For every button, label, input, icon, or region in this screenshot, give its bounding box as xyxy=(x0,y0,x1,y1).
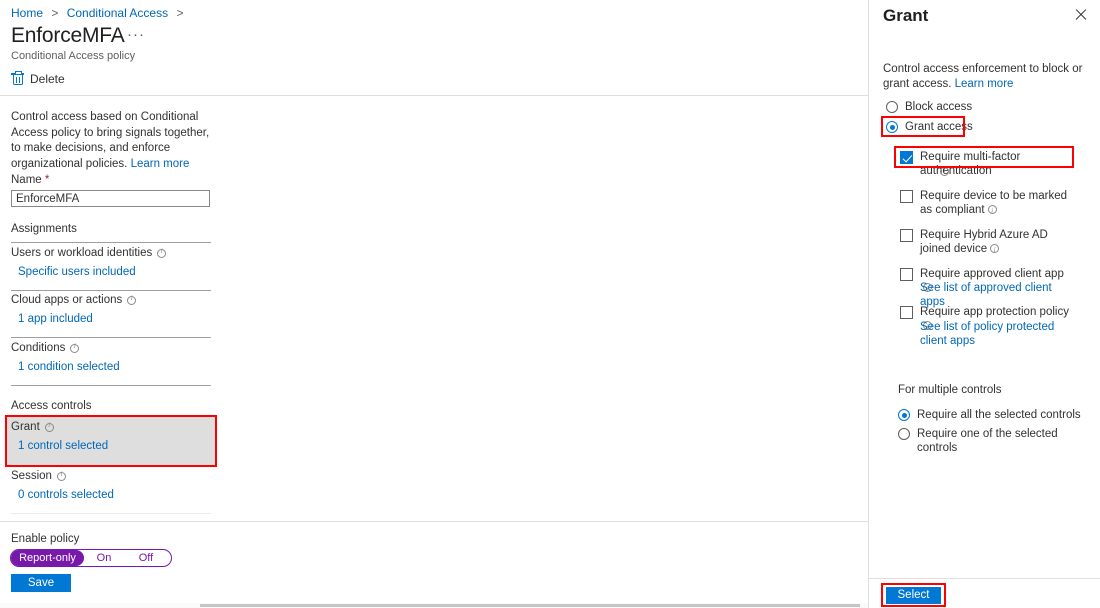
breadcrumb-separator: > xyxy=(51,6,59,20)
radio-require-one-control-label: Require one of the selected controls xyxy=(917,428,1058,454)
info-icon[interactable] xyxy=(70,342,80,353)
checkbox-require-hybrid-joined-indicator[interactable] xyxy=(900,229,913,242)
radio-require-all-controls-label: Require all the selected controls xyxy=(917,409,1081,421)
assignment-conditions[interactable]: Conditions 1 condition selected xyxy=(11,342,211,373)
assignment-users[interactable]: Users or workload identities Specific us… xyxy=(11,247,211,278)
info-icon[interactable] xyxy=(56,470,66,481)
info-icon[interactable] xyxy=(44,421,54,432)
assignment-users-label: Users or workload identities xyxy=(11,247,153,259)
control-grant-label-row: Grant xyxy=(11,421,211,433)
control-session-value[interactable]: 0 controls selected xyxy=(18,489,211,501)
delete-button-label: Delete xyxy=(30,72,65,86)
radio-grant-access-indicator[interactable] xyxy=(886,121,898,133)
breadcrumb-item-home[interactable]: Home xyxy=(11,6,43,20)
command-bar-divider xyxy=(0,95,868,96)
info-icon[interactable] xyxy=(940,166,949,176)
required-marker: * xyxy=(44,174,50,186)
info-icon[interactable] xyxy=(157,247,167,258)
session-divider xyxy=(11,513,211,514)
assignments-divider xyxy=(11,242,211,243)
checkbox-require-hybrid-joined-label: Require Hybrid Azure AD joined device xyxy=(920,228,1070,257)
radio-block-access[interactable]: Block access xyxy=(886,100,972,114)
breadcrumb-item-conditional-access[interactable]: Conditional Access xyxy=(67,6,168,20)
assignments-heading: Assignments xyxy=(11,223,77,235)
control-grant-value[interactable]: 1 control selected xyxy=(18,440,211,452)
conditions-divider xyxy=(11,385,211,386)
policy-blade: Home > Conditional Access > EnforceMFA ·… xyxy=(0,0,868,608)
blade-description: Control access based on Conditional Acce… xyxy=(11,110,211,172)
grant-panel-title: Grant xyxy=(883,6,929,25)
breadcrumb-separator-2: > xyxy=(176,6,184,20)
control-session-label-row: Session xyxy=(11,470,211,482)
grant-learn-more-link[interactable]: Learn more xyxy=(955,78,1014,90)
assignment-users-value[interactable]: Specific users included xyxy=(18,266,211,278)
radio-grant-access[interactable]: Grant access xyxy=(886,120,973,134)
assignment-cloud-apps-label-row: Cloud apps or actions xyxy=(11,294,211,306)
info-icon[interactable] xyxy=(127,294,137,305)
control-grant[interactable]: Grant 1 control selected xyxy=(11,421,211,452)
users-divider xyxy=(11,290,211,291)
control-session[interactable]: Session 0 controls selected xyxy=(11,470,211,501)
grant-panel-footer-divider xyxy=(869,578,1100,579)
control-grant-label: Grant xyxy=(11,421,40,433)
radio-require-all-controls[interactable]: Require all the selected controls xyxy=(898,408,1081,422)
page-subtitle: Conditional Access policy xyxy=(11,50,136,62)
checkbox-require-hybrid-joined[interactable]: Require Hybrid Azure AD joined device xyxy=(900,228,1070,257)
trash-icon xyxy=(11,71,24,86)
horizontal-scrollbar-thumb[interactable] xyxy=(200,604,860,607)
breadcrumb: Home > Conditional Access > xyxy=(11,6,188,20)
toggle-option-on[interactable]: On xyxy=(84,550,124,566)
assignment-cloud-apps-label: Cloud apps or actions xyxy=(11,294,123,306)
toggle-option-off[interactable]: Off xyxy=(124,550,168,566)
checkbox-require-mfa-indicator[interactable] xyxy=(900,151,913,164)
policy-protected-client-apps-link[interactable]: See list of policy protected client apps xyxy=(920,320,1065,348)
radio-require-all-controls-indicator[interactable] xyxy=(898,409,910,421)
enable-policy-toggle[interactable]: Report-only On Off xyxy=(10,549,172,567)
control-session-label: Session xyxy=(11,470,52,482)
assignment-cloud-apps[interactable]: Cloud apps or actions 1 app included xyxy=(11,294,211,325)
radio-require-one-control-indicator[interactable] xyxy=(898,428,910,440)
grant-panel-description: Control access enforcement to block or g… xyxy=(883,62,1083,92)
azure-conditional-access-screen: Home > Conditional Access > EnforceMFA ·… xyxy=(0,0,1100,608)
checkbox-require-app-protection-policy-text: Require app protection policy xyxy=(920,306,1069,318)
radio-grant-access-label: Grant access xyxy=(905,121,973,133)
radio-block-access-indicator[interactable] xyxy=(886,101,898,113)
name-field-label: Name * xyxy=(11,174,211,186)
info-icon[interactable] xyxy=(987,204,997,218)
access-controls-heading: Access controls xyxy=(11,400,92,412)
select-button[interactable]: Select xyxy=(886,587,941,604)
toggle-option-report-only[interactable]: Report-only xyxy=(11,550,84,566)
more-options-icon[interactable]: ··· xyxy=(127,27,145,42)
checkbox-require-app-protection-policy-indicator[interactable] xyxy=(900,306,913,319)
checkbox-require-approved-client-app-text: Require approved client app xyxy=(920,268,1064,280)
assignment-conditions-label-row: Conditions xyxy=(11,342,211,354)
assignment-conditions-label: Conditions xyxy=(11,342,66,354)
cloud-apps-divider xyxy=(11,337,211,338)
assignment-cloud-apps-value[interactable]: 1 app included xyxy=(18,313,211,325)
name-label-text: Name xyxy=(11,174,42,186)
checkbox-require-compliant-device[interactable]: Require device to be marked as compliant xyxy=(900,189,1070,218)
bottom-bar-divider xyxy=(0,521,868,522)
checkbox-require-compliant-device-indicator[interactable] xyxy=(900,190,913,203)
name-input[interactable] xyxy=(11,190,210,207)
assignment-conditions-value[interactable]: 1 condition selected xyxy=(18,361,211,373)
radio-require-one-control[interactable]: Require one of the selected controls xyxy=(898,427,1100,455)
save-button[interactable]: Save xyxy=(11,574,71,592)
delete-button[interactable]: Delete xyxy=(11,71,65,86)
multiple-controls-heading: For multiple controls xyxy=(898,384,1002,396)
checkbox-require-compliant-device-label: Require device to be marked as compliant xyxy=(920,189,1070,218)
checkbox-require-hybrid-joined-text: Require Hybrid Azure AD joined device xyxy=(920,229,1048,255)
checkbox-require-mfa[interactable]: Require multi-factor authentication xyxy=(900,150,1070,178)
enable-policy-label: Enable policy xyxy=(11,533,80,545)
horizontal-scrollbar[interactable] xyxy=(0,603,868,608)
assignment-users-label-row: Users or workload identities xyxy=(11,247,211,259)
radio-block-access-label: Block access xyxy=(905,101,973,113)
page-title: EnforceMFA xyxy=(11,24,125,47)
info-icon[interactable] xyxy=(990,243,1000,257)
learn-more-link[interactable]: Learn more xyxy=(131,158,190,170)
checkbox-require-approved-client-app-indicator[interactable] xyxy=(900,268,913,281)
close-icon[interactable] xyxy=(1074,8,1088,22)
